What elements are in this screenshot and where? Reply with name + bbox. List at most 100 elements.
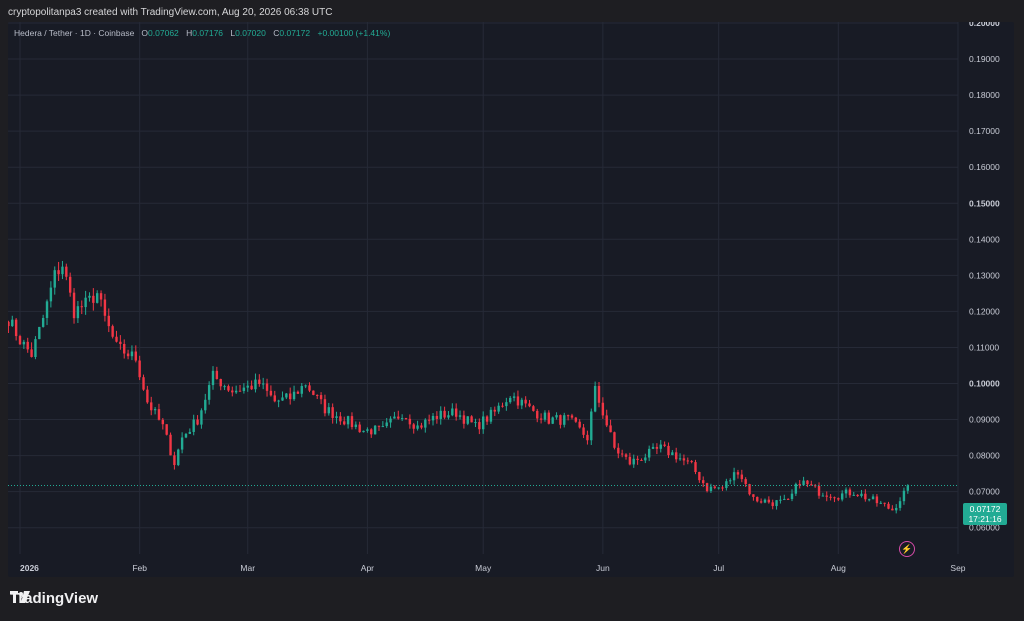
candle-body [771,502,774,507]
symbol-legend: Hedera / Tether · 1D · Coinbase O0.07062… [14,28,390,38]
candle-body [763,499,767,503]
candle-body [482,416,485,430]
x-tick-label: Jul [713,563,724,573]
candle-body [578,421,581,428]
candle-body [169,434,172,456]
candle-body [543,412,547,420]
y-tick-label: 0.15000 [969,198,1000,208]
candle-body [895,507,898,511]
candle-body [702,480,705,484]
candle-body [802,480,805,486]
x-tick-label: Mar [240,563,255,573]
y-tick-label: 0.18000 [969,90,1000,100]
candle-body [173,455,176,466]
candle-body [609,425,612,433]
candle-body [377,425,381,427]
candle-body [316,394,319,396]
x-tick-label: 2026 [20,563,39,573]
candle-body [339,416,342,422]
candle-body [335,416,338,418]
candle-body [227,386,230,391]
y-tick-label: 0.17000 [969,126,1000,136]
candle-body [72,292,76,319]
candle-body [296,391,300,394]
candle-body [671,452,674,456]
candle-body [601,402,605,416]
candle-body [265,383,269,391]
candle-body [597,385,601,403]
candle-body [84,297,87,308]
candle-body [729,480,732,482]
lightning-bolt-icon[interactable]: ⚡ [899,541,915,557]
y-tick-label: 0.20000 [969,22,1000,28]
candle-body [509,397,512,403]
candle-body [354,424,358,428]
legend-high: 0.07176 [192,28,224,38]
candle-body [744,479,747,485]
candle-body [736,472,740,475]
y-tick-label: 0.16000 [969,162,1000,172]
candle-body [574,417,578,422]
candle-body [107,315,110,327]
candle-body [709,486,713,492]
candle-body [389,418,392,423]
candle-body [246,385,249,388]
candle-body [38,326,41,340]
candlestick-chart[interactable]: 0.20000 0.19000 0.18000 0.17000 0.16000 0.150… [8,22,1014,577]
candle-body [254,379,257,390]
candle-body [663,444,666,446]
candle-body [362,430,365,433]
candle-body [393,416,396,419]
candle-body [794,483,798,494]
candle-body [153,409,157,411]
candle-body [65,266,68,277]
candle-body [308,385,311,391]
candle-body [96,293,99,303]
candle-body [8,321,10,327]
candle-body [18,336,22,345]
candle-body [138,360,141,378]
candle-body [346,416,350,425]
candle-body [34,339,37,357]
candle-body [590,411,593,441]
candle-body [767,499,771,503]
candle-body [204,399,207,411]
candle-body [628,456,632,465]
candle-body [57,270,60,275]
chart-panel[interactable]: 0.20000 0.19000 0.18000 0.17000 0.16000 0.150… [8,22,1014,577]
candle-body [721,487,724,489]
candle-body [343,421,346,425]
candle-body [647,448,651,458]
candle-body [277,400,280,402]
candle-body [192,419,195,432]
candle-body [659,444,662,449]
candle-body [404,418,408,420]
candle-body [624,454,628,457]
candle-body [184,433,188,438]
candle-body [462,415,466,424]
candle-body [821,495,825,497]
candle-body [856,494,859,497]
candle-body [617,447,620,454]
candle-body [80,306,83,308]
candle-body [331,407,334,418]
candle-body [686,460,689,462]
candle-body [732,472,736,481]
candle-body [41,317,45,327]
candle-body [161,419,165,425]
candle-body [883,502,886,504]
candle-body [497,405,500,412]
candle-body [539,418,543,420]
tradingview-logo[interactable]: TradingView [10,590,98,607]
candle-body [408,418,412,425]
candle-body [323,399,327,414]
candle-body [99,293,103,300]
y-tick-label: 0.14000 [969,234,1000,244]
candle-body [783,498,786,500]
x-tick-label: May [475,563,492,573]
bar-countdown: 17:21:16 [968,514,1002,524]
y-tick-label: 0.07000 [969,487,1000,497]
legend-open: 0.07062 [148,28,179,38]
candle-body [524,399,527,404]
candle-body [705,483,709,492]
